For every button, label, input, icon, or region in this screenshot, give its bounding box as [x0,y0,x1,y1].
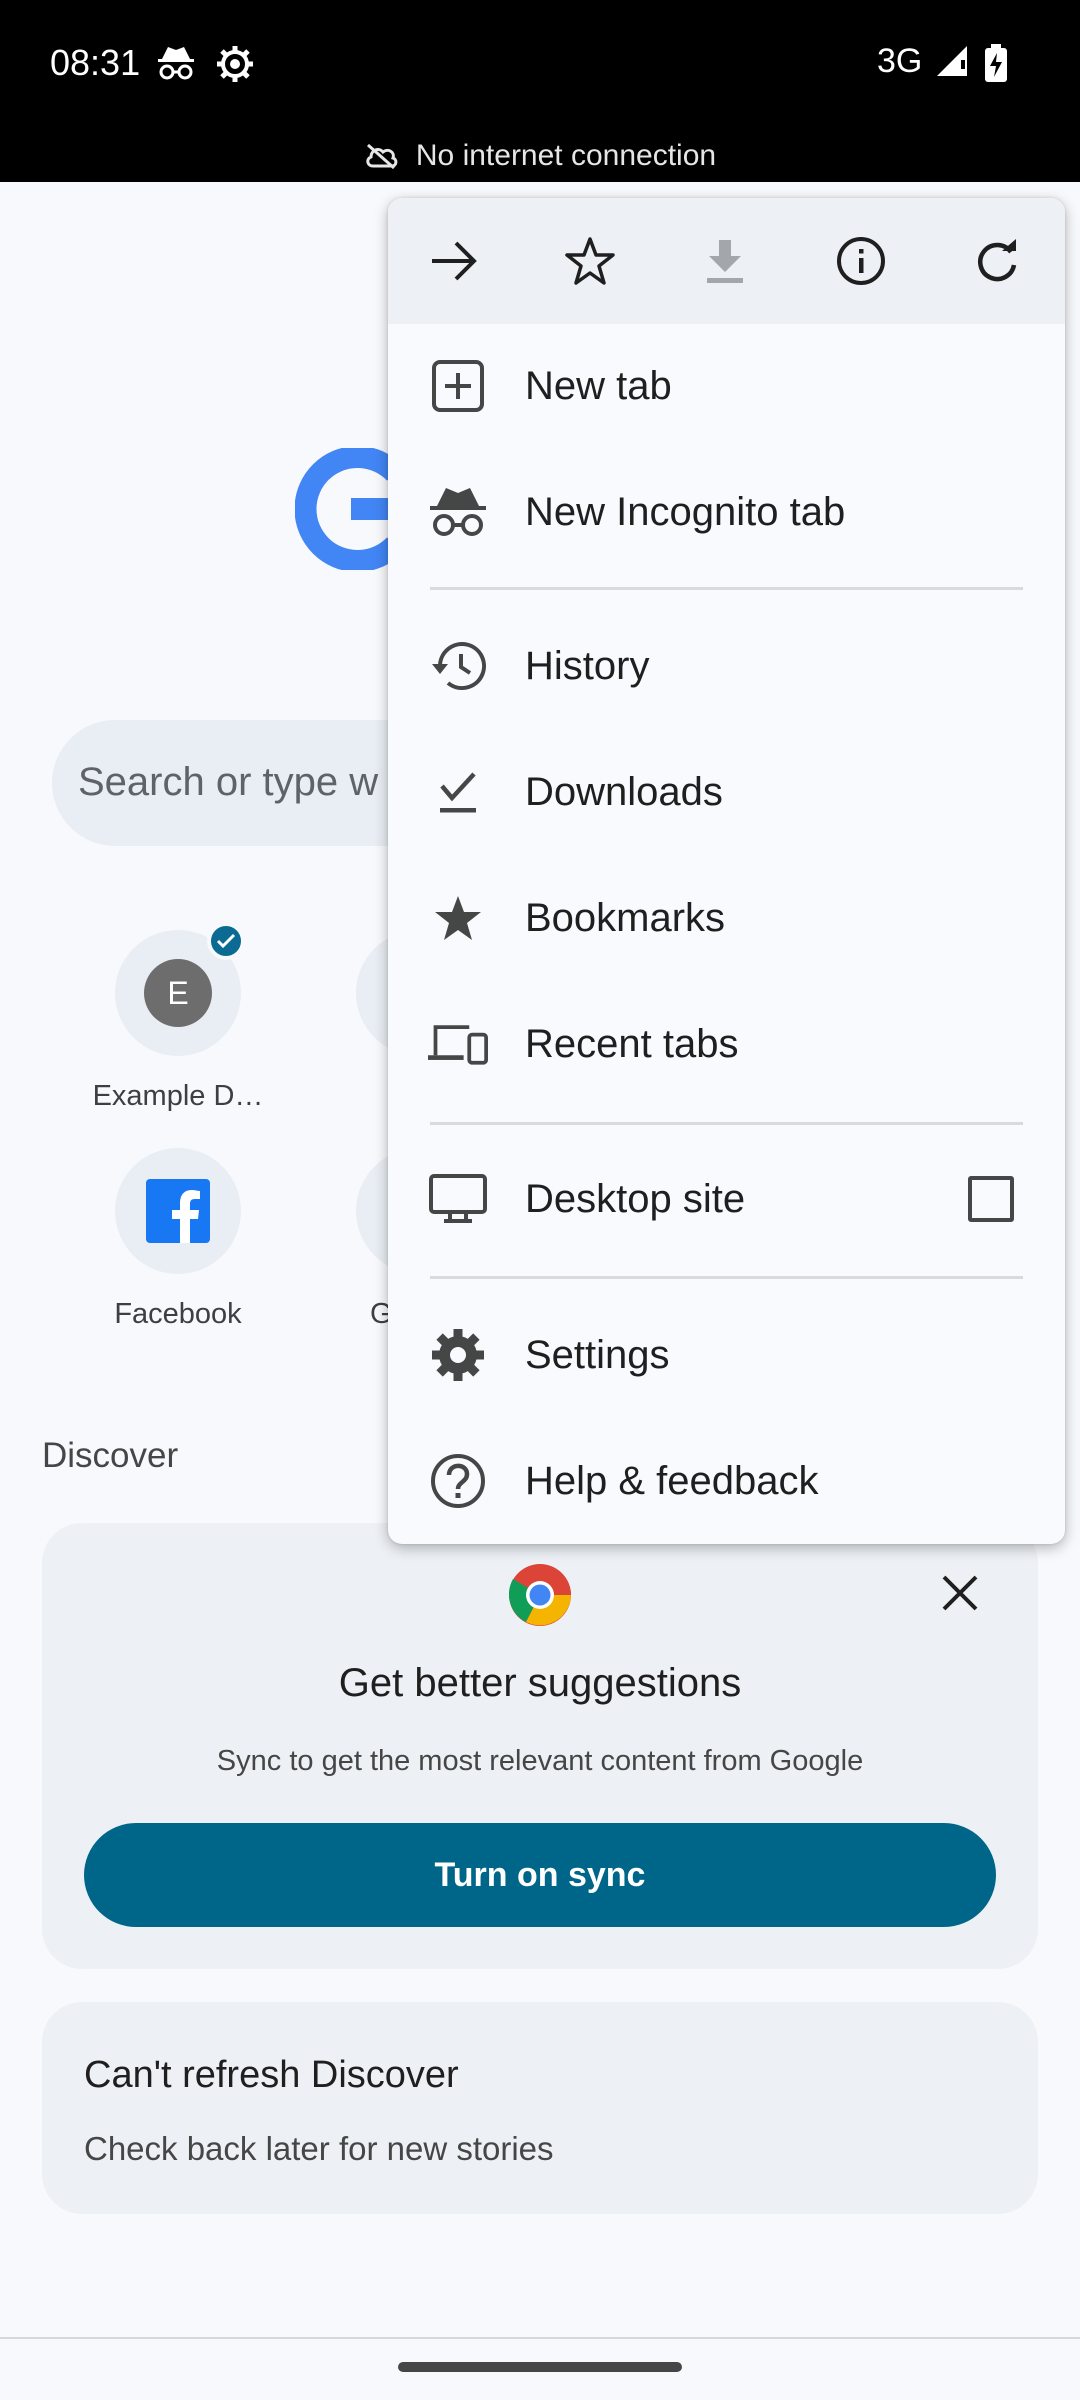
refresh-card-title: Can't refresh Discover [84,2054,459,2096]
page-info-icon[interactable] [831,231,891,291]
menu-item-label: Bookmarks [525,895,726,940]
new-tab-icon [428,356,488,416]
overflow-menu: New tab New Incognito tab History Downlo… [388,198,1065,1544]
forward-arrow-icon[interactable] [424,231,484,291]
menu-divider [430,587,1023,590]
menu-item-settings[interactable]: Settings [388,1300,1065,1410]
battery-charging-icon [984,44,1008,82]
download-icon[interactable] [695,231,755,291]
menu-item-label: Desktop site [525,1176,746,1221]
chrome-logo-icon [508,1563,572,1627]
shortcut-label: Facebook [114,1298,242,1330]
menu-item-label: Help & feedback [525,1458,819,1503]
status-time: 08:31 [50,42,141,83]
status-bar: 08:31 3G No internet connection [0,0,1080,182]
cloud-off-icon [364,143,398,169]
shortcut-example[interactable]: E Example D… [68,922,288,1113]
menu-item-help-feedback[interactable]: Help & feedback [388,1426,1065,1536]
offline-banner: No internet connection [0,138,1080,174]
menu-item-desktop-site[interactable]: Desktop site [388,1144,1065,1254]
menu-item-downloads[interactable]: Downloads [388,737,1065,847]
menu-item-bookmarks[interactable]: Bookmarks [388,863,1065,973]
menu-divider [430,1276,1023,1279]
help-icon [428,1451,488,1511]
close-icon[interactable] [940,1573,980,1613]
discover-heading: Discover [42,1436,179,1475]
history-icon [428,636,488,696]
menu-item-history[interactable]: History [388,611,1065,721]
downloads-icon [428,762,488,822]
incognito-icon [428,482,488,542]
signal-icon [935,44,969,78]
menu-toolbar [388,198,1065,324]
network-type: 3G [877,42,923,80]
monitor-icon [428,1169,488,1229]
home-gesture-bar[interactable] [398,2362,682,2372]
refresh-card: Can't refresh Discover Check back later … [42,2002,1038,2214]
incognito-icon [156,44,196,82]
facebook-icon [146,1179,210,1243]
sync-card-title: Get better suggestions [338,1661,742,1705]
search-placeholder: Search or type w [78,760,379,804]
menu-item-new-incognito-tab[interactable]: New Incognito tab [388,457,1065,567]
menu-item-label: Recent tabs [525,1021,739,1066]
settings-gear-icon [215,44,255,84]
desktop-site-checkbox[interactable] [968,1176,1014,1222]
devices-icon [428,1014,488,1074]
menu-item-label: History [525,643,650,688]
menu-item-label: Settings [525,1332,670,1377]
turn-on-sync-button[interactable]: Turn on sync [84,1823,996,1927]
menu-divider [430,1122,1023,1125]
menu-item-new-tab[interactable]: New tab [388,331,1065,441]
menu-item-label: New tab [525,363,672,408]
divider [0,2337,1080,2339]
offline-message: No internet connection [415,139,717,172]
shortcut-facebook[interactable]: Facebook [68,1148,288,1331]
menu-item-label: Downloads [525,769,723,814]
shortcut-icon-circle: E [115,922,245,1056]
menu-item-recent-tabs[interactable]: Recent tabs [388,989,1065,1099]
sync-card: Get better suggestions Sync to get the m… [42,1523,1038,1969]
shortcut-label: Example D… [92,1080,264,1112]
check-badge-icon [207,922,245,960]
menu-item-label: New Incognito tab [525,489,846,534]
avatar: E [144,959,212,1027]
refresh-card-subtitle: Check back later for new stories [84,2130,554,2167]
sync-card-subtitle: Sync to get the most relevant content fr… [216,1745,864,1777]
shortcut-icon-circle [115,1148,241,1274]
bookmark-star-icon[interactable] [560,231,620,291]
refresh-icon[interactable] [967,231,1027,291]
google-logo [295,448,395,570]
bookmarks-star-icon [428,888,488,948]
gear-icon [428,1325,488,1385]
